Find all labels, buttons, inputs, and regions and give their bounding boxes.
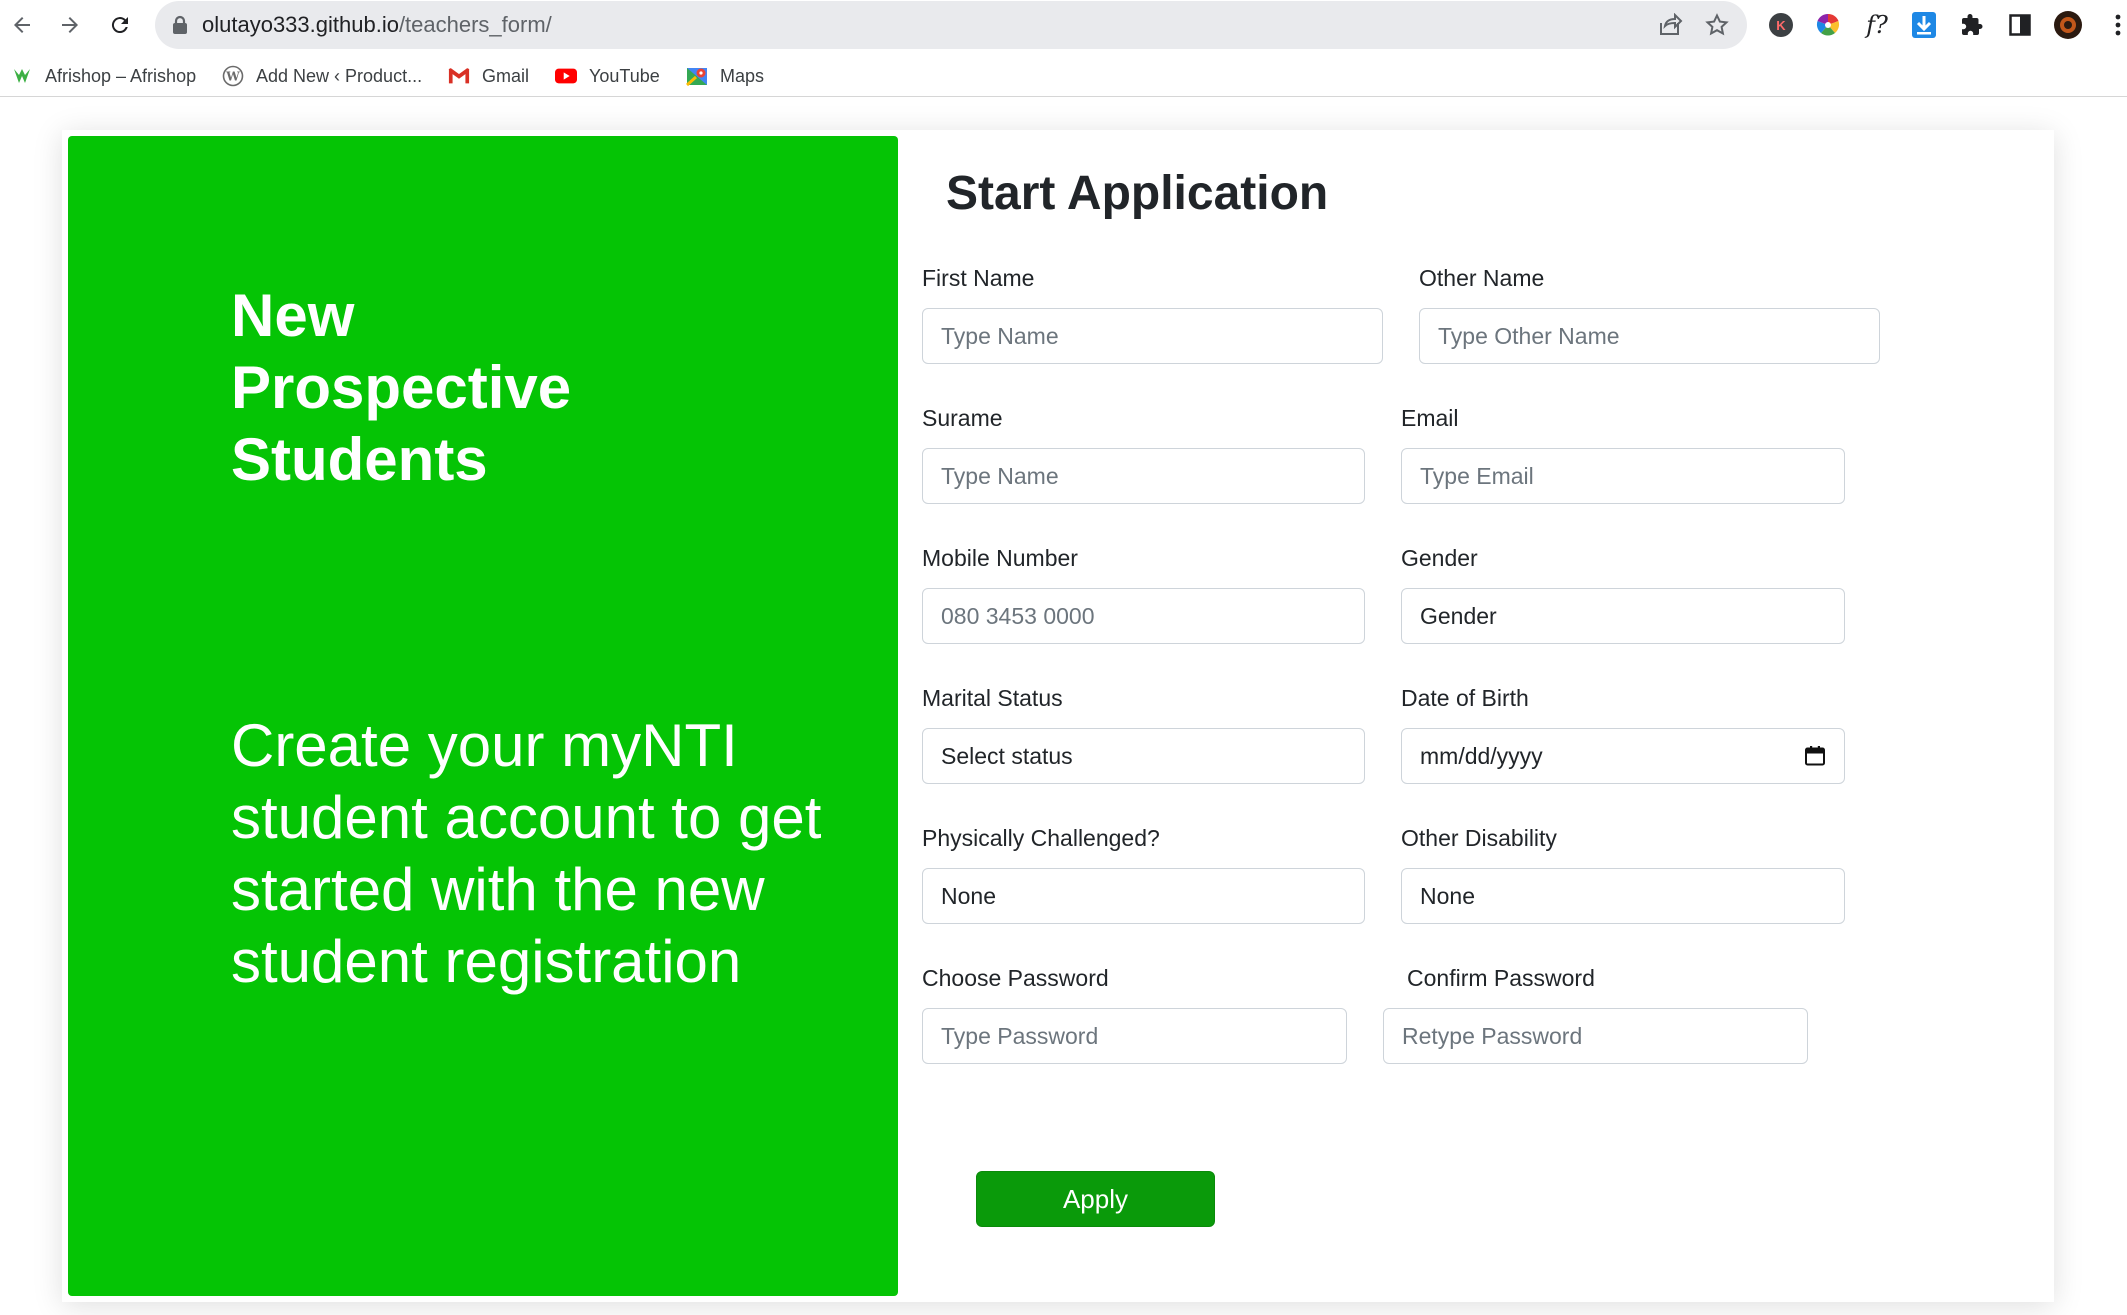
share-icon[interactable] xyxy=(1657,13,1683,37)
color-picker-extension-icon[interactable] xyxy=(1813,10,1843,40)
gender-select-value: Gender xyxy=(1420,602,1497,629)
form-title: Start Application xyxy=(946,167,1329,220)
download-extension-icon[interactable] xyxy=(1909,10,1939,40)
browser-menu-icon[interactable] xyxy=(2103,10,2127,40)
font-finder-extension-icon[interactable]: f? xyxy=(1862,10,1892,40)
bookmark-youtube[interactable]: YouTube xyxy=(555,61,660,91)
k-extension-icon[interactable]: K xyxy=(1766,10,1796,40)
mobile-number-label: Mobile Number xyxy=(922,545,1078,571)
reload-icon xyxy=(111,17,128,34)
surname-input[interactable] xyxy=(922,448,1365,504)
mobile-number-input[interactable] xyxy=(922,588,1365,644)
calendar-icon[interactable] xyxy=(1804,745,1826,767)
first-name-label: First Name xyxy=(922,265,1035,291)
back-button[interactable] xyxy=(5,8,39,42)
physically-challenged-select[interactable]: None xyxy=(922,868,1365,924)
browser-toolbar: olutayo333.github.io/teachers_form/ K f? xyxy=(0,0,2127,50)
reload-button[interactable] xyxy=(103,8,137,42)
choose-password-label: Choose Password xyxy=(922,965,1109,991)
confirm-password-input[interactable] xyxy=(1383,1008,1808,1064)
bookmark-add-new-product[interactable]: W Add New ‹ Product... xyxy=(222,61,422,91)
bookmark-maps[interactable]: Maps xyxy=(686,61,764,91)
wordpress-icon: W xyxy=(222,65,244,87)
other-disability-label: Other Disability xyxy=(1401,825,1557,851)
bookmark-label: Add New ‹ Product... xyxy=(256,65,423,86)
choose-password-input[interactable] xyxy=(922,1008,1347,1064)
bookmark-afrishop[interactable]: Afrishop – Afrishop xyxy=(11,61,196,91)
bookmark-star-icon[interactable] xyxy=(1705,13,1729,37)
bookmark-label: Maps xyxy=(720,65,765,86)
apply-button[interactable]: Apply xyxy=(976,1171,1215,1227)
bookmark-gmail[interactable]: Gmail xyxy=(448,61,529,91)
hero-heading: New Prospective Students xyxy=(231,282,572,493)
bookmarks-bar: Afrishop – Afrishop W Add New ‹ Product.… xyxy=(0,55,2127,97)
marital-status-select-value: Select status xyxy=(941,742,1073,769)
forward-arrow-icon xyxy=(62,17,78,33)
url-domain: olutayo333.github.io xyxy=(202,12,399,37)
svg-text:W: W xyxy=(225,70,240,84)
svg-text:K: K xyxy=(1776,18,1786,33)
surname-label: Surame xyxy=(922,405,1003,431)
first-name-input[interactable] xyxy=(922,308,1383,364)
confirm-password-label: Confirm Password xyxy=(1407,965,1595,991)
page-viewport: New Prospective Students Create your myN… xyxy=(0,104,2127,1315)
date-of-birth-label: Date of Birth xyxy=(1401,685,1529,711)
back-arrow-icon xyxy=(14,17,30,33)
afrishop-icon xyxy=(11,65,33,87)
url-path: /teachers_form/ xyxy=(398,12,552,37)
other-name-label: Other Name xyxy=(1419,265,1545,291)
email-input[interactable] xyxy=(1401,448,1845,504)
hero-panel: New Prospective Students Create your myN… xyxy=(68,136,898,1296)
other-disability-select-value: None xyxy=(1420,882,1475,909)
hero-description: Create your myNTI student account to get… xyxy=(231,712,822,995)
gmail-icon xyxy=(448,65,470,87)
date-of-birth-value: mm/dd/yyyy xyxy=(1420,742,1543,769)
other-disability-select[interactable]: None xyxy=(1401,868,1845,924)
marital-status-select[interactable]: Select status xyxy=(922,728,1365,784)
gender-label: Gender xyxy=(1401,545,1478,571)
physically-challenged-select-value: None xyxy=(941,882,996,909)
forward-button[interactable] xyxy=(53,8,87,42)
side-panel-icon[interactable] xyxy=(2005,10,2035,40)
email-label: Email xyxy=(1401,405,1459,431)
maps-icon xyxy=(686,65,708,87)
bookmark-label: Gmail xyxy=(482,65,530,86)
bookmark-label: Afrishop – Afrishop xyxy=(45,65,197,86)
bookmark-label: YouTube xyxy=(589,65,660,86)
other-name-input[interactable] xyxy=(1419,308,1880,364)
address-bar[interactable]: olutayo333.github.io/teachers_form/ xyxy=(155,1,1747,49)
extensions-puzzle-icon[interactable] xyxy=(1957,10,1987,40)
lock-icon xyxy=(173,15,187,34)
date-of-birth-input[interactable]: mm/dd/yyyy xyxy=(1401,728,1845,784)
physically-challenged-label: Physically Challenged? xyxy=(922,825,1160,851)
url-text[interactable]: olutayo333.github.io/teachers_form/ xyxy=(202,1,552,49)
youtube-icon xyxy=(555,65,577,87)
marital-status-label: Marital Status xyxy=(922,685,1063,711)
gender-select[interactable]: Gender xyxy=(1401,588,1845,644)
profile-avatar[interactable] xyxy=(2053,10,2083,40)
